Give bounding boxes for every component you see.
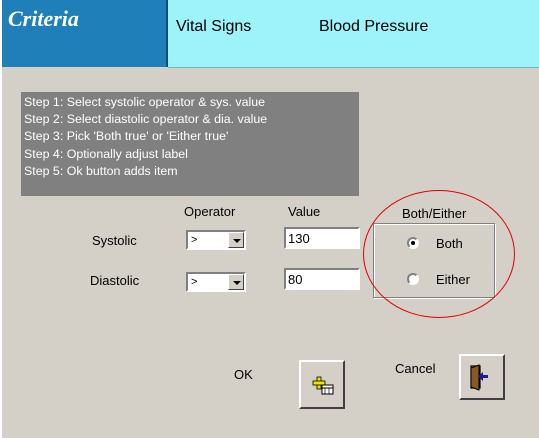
highlight-circle	[363, 190, 515, 318]
exit-door-icon	[470, 364, 488, 391]
operator-column-header: Operator	[184, 204, 236, 219]
header-category: Vital Signs	[176, 18, 252, 35]
ok-button[interactable]	[299, 360, 345, 409]
header-item: Blood Pressure	[319, 18, 429, 35]
header-title: Criteria	[8, 6, 79, 31]
value-column-header: Value	[288, 204, 321, 219]
chevron-down-icon[interactable]	[228, 274, 244, 290]
systolic-value-text: 130	[288, 231, 310, 246]
step-line: Step 2: Select diastolic operator & dia.…	[24, 112, 268, 127]
systolic-operator-value: >	[191, 234, 198, 246]
chevron-down-icon[interactable]	[228, 232, 244, 248]
step-line: Step 3: Pick 'Both true' or 'Either true…	[24, 129, 229, 144]
instructions-panel: Step 1: Select systolic operator & sys. …	[21, 92, 359, 196]
cancel-button[interactable]	[459, 354, 505, 400]
header-info-panel: Vital Signs Blood Pressure	[168, 0, 539, 68]
cancel-label: Cancel	[395, 361, 436, 376]
systolic-label: Systolic	[92, 233, 137, 248]
diastolic-value-input[interactable]: 80	[284, 268, 360, 290]
systolic-operator-select[interactable]: >	[186, 230, 246, 250]
step-line: Step 5: Ok button adds item	[24, 163, 178, 178]
add-item-icon	[312, 376, 334, 395]
diastolic-value-text: 80	[288, 272, 303, 287]
ok-label: OK	[234, 367, 253, 382]
header-title-panel: Criteria	[2, 0, 168, 67]
diastolic-label: Diastolic	[90, 273, 140, 288]
systolic-value-input[interactable]: 130	[284, 227, 360, 249]
diastolic-operator-select[interactable]: >	[186, 272, 246, 292]
step-line: Step 1: Select systolic operator & sys. …	[24, 95, 266, 109]
diastolic-operator-value: >	[191, 276, 198, 288]
step-line: Step 4: Optionally adjust label	[24, 146, 188, 161]
